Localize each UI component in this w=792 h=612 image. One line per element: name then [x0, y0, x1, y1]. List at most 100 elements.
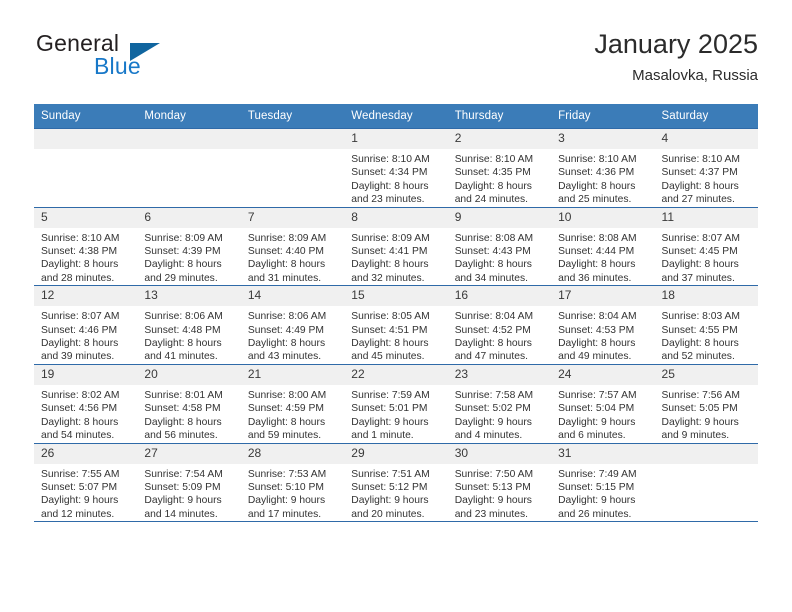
calendar-week-row: 1 Sunrise: 8:10 AM Sunset: 4:34 PM Daylight… [34, 128, 758, 208]
day-details: Sunrise: 7:58 AM Sunset: 5:02 PM Daylight:… [448, 385, 551, 443]
day-number: 29 [344, 443, 448, 464]
day-details: Sunrise: 7:49 AM Sunset: 5:15 PM Daylight:… [551, 464, 654, 522]
sunrise-text: Sunrise: 7:56 AM [661, 389, 740, 401]
daylight-text-line1: Daylight: 8 hours [247, 259, 326, 271]
day-number [34, 129, 138, 149]
day-details: Sunrise: 7:55 AM Sunset: 5:07 PM Daylight:… [34, 464, 137, 522]
calendar-day-cell[interactable]: 24 Sunrise: 7:57 AM Sunset: 5:04 PM Dayligh… [551, 363, 655, 443]
calendar-day-cell[interactable]: 2 Sunrise: 8:10 AM Sunset: 4:35 PM Daylight… [447, 128, 552, 208]
daylight-text-line2: and 45 minutes. [351, 351, 425, 363]
day-number: 10 [551, 207, 655, 228]
sunset-text: Sunset: 5:13 PM [454, 481, 531, 493]
calendar-day-cell[interactable]: 8 Sunrise: 8:09 AM Sunset: 4:41 PM Daylight… [344, 206, 448, 286]
calendar-day-cell[interactable]: 15 Sunrise: 8:05 AM Sunset: 4:51 PM Dayligh… [344, 285, 448, 365]
day-details: Sunrise: 7:51 AM Sunset: 5:12 PM Daylight:… [344, 464, 447, 522]
day-number: 31 [551, 443, 655, 464]
calendar-day-cell[interactable]: 31 Sunrise: 7:49 AM Sunset: 5:15 PM Dayligh… [551, 442, 655, 523]
sunrise-text: Sunrise: 8:04 AM [454, 311, 534, 323]
calendar-day-cell[interactable]: 9 Sunrise: 8:08 AM Sunset: 4:43 PM Daylight… [447, 206, 552, 286]
day-number: 25 [654, 364, 758, 385]
daylight-text-line1: Daylight: 9 hours [351, 495, 429, 507]
calendar-week-row: 26 Sunrise: 7:55 AM Sunset: 5:07 PM Dayligh… [34, 442, 758, 523]
calendar-day-cell[interactable]: 22 Sunrise: 7:59 AM Sunset: 5:01 PM Dayligh… [344, 363, 448, 443]
day-number [240, 129, 345, 149]
calendar-day-cell[interactable]: 26 Sunrise: 7:55 AM Sunset: 5:07 PM Dayligh… [34, 442, 138, 523]
day-details: Sunrise: 8:10 AM Sunset: 4:37 PM Daylight:… [655, 149, 758, 207]
calendar-day-cell[interactable]: 16 Sunrise: 8:04 AM Sunset: 4:52 PM Dayligh… [447, 285, 552, 365]
day-details: Sunrise: 8:09 AM Sunset: 4:39 PM Daylight:… [137, 228, 240, 286]
sunset-text: Sunset: 4:39 PM [144, 246, 221, 258]
day-details: Sunrise: 7:56 AM Sunset: 5:05 PM Daylight:… [655, 385, 758, 443]
day-details: Sunrise: 8:07 AM Sunset: 4:46 PM Daylight:… [34, 306, 137, 364]
daylight-text-line1: Daylight: 8 hours [454, 259, 532, 271]
day-details [34, 149, 137, 153]
calendar-day-cell[interactable]: 19 Sunrise: 8:02 AM Sunset: 4:56 PM Dayligh… [34, 363, 138, 443]
calendar-day-cell[interactable]: 14 Sunrise: 8:06 AM Sunset: 4:49 PM Dayligh… [240, 285, 345, 365]
calendar-day-cell[interactable]: 25 Sunrise: 7:56 AM Sunset: 5:05 PM Dayligh… [654, 363, 758, 443]
calendar-day-cell[interactable]: 17 Sunrise: 8:04 AM Sunset: 4:53 PM Dayligh… [551, 285, 655, 365]
daylight-text-line2: and 39 minutes. [41, 351, 115, 363]
sunrise-text: Sunrise: 8:10 AM [558, 154, 637, 165]
calendar-day-cell[interactable]: 18 Sunrise: 8:03 AM Sunset: 4:55 PM Dayligh… [654, 285, 758, 365]
day-details: Sunrise: 8:07 AM Sunset: 4:45 PM Daylight:… [655, 228, 758, 286]
sunrise-text: Sunrise: 8:09 AM [351, 232, 430, 244]
day-details: Sunrise: 8:09 AM Sunset: 4:41 PM Daylight:… [344, 228, 447, 286]
calendar-day-cell[interactable]: 13 Sunrise: 8:06 AM Sunset: 4:48 PM Dayligh… [137, 285, 241, 365]
day-details: Sunrise: 8:06 AM Sunset: 4:49 PM Daylight:… [241, 306, 344, 364]
day-details: Sunrise: 8:08 AM Sunset: 4:43 PM Daylight:… [448, 228, 551, 286]
sunrise-text: Sunrise: 8:02 AM [41, 389, 120, 401]
calendar-day-cell[interactable]: 4 Sunrise: 8:10 AM Sunset: 4:37 PM Daylight… [654, 128, 758, 208]
day-details: Sunrise: 7:53 AM Sunset: 5:10 PM Daylight:… [241, 464, 344, 522]
sunset-text: Sunset: 5:09 PM [144, 481, 221, 493]
calendar-day-cell[interactable]: 30 Sunrise: 7:50 AM Sunset: 5:13 PM Dayligh… [447, 442, 552, 523]
daylight-text-line1: Daylight: 8 hours [247, 338, 326, 350]
calendar-day-cell[interactable]: 27 Sunrise: 7:54 AM Sunset: 5:09 PM Dayligh… [137, 442, 241, 523]
calendar-day-cell[interactable]: 28 Sunrise: 7:53 AM Sunset: 5:10 PM Dayligh… [240, 442, 345, 523]
day-details: Sunrise: 8:08 AM Sunset: 4:44 PM Daylight:… [551, 228, 654, 286]
calendar-day-cell[interactable]: 23 Sunrise: 7:58 AM Sunset: 5:02 PM Dayligh… [447, 363, 552, 443]
daylight-text-line1: Daylight: 9 hours [558, 416, 636, 428]
calendar-day-cell[interactable]: 10 Sunrise: 8:08 AM Sunset: 4:44 PM Dayligh… [551, 206, 655, 286]
day-number [137, 129, 241, 149]
calendar-day-cell[interactable]: 11 Sunrise: 8:07 AM Sunset: 4:45 PM Dayligh… [654, 206, 758, 286]
general-blue-logo[interactable]: General Blue [34, 30, 234, 86]
sunrise-text: Sunrise: 8:09 AM [144, 232, 223, 244]
daylight-text-line1: Daylight: 8 hours [247, 416, 326, 428]
sunset-text: Sunset: 4:55 PM [661, 324, 738, 336]
day-details: Sunrise: 8:00 AM Sunset: 4:59 PM Daylight:… [241, 385, 344, 443]
title-block: January 2025 Masalovka, Russia [594, 28, 758, 86]
sunset-text: Sunset: 4:51 PM [351, 324, 428, 336]
calendar-day-cell[interactable]: 1 Sunrise: 8:10 AM Sunset: 4:34 PM Daylight… [344, 128, 448, 208]
daylight-text-line1: Daylight: 9 hours [558, 495, 636, 507]
daylight-text-line1: Daylight: 8 hours [351, 338, 429, 350]
daylight-text-line1: Daylight: 8 hours [661, 259, 739, 271]
day-number: 8 [344, 207, 448, 228]
calendar-day-cell[interactable]: 5 Sunrise: 8:10 AM Sunset: 4:38 PM Daylight… [34, 206, 138, 286]
calendar-day-cell[interactable]: 29 Sunrise: 7:51 AM Sunset: 5:12 PM Dayligh… [344, 442, 448, 523]
daylight-text-line2: and 54 minutes. [41, 430, 115, 442]
calendar-day-cell[interactable]: 3 Sunrise: 8:10 AM Sunset: 4:36 PM Daylight… [551, 128, 655, 208]
daylight-text-line1: Daylight: 8 hours [144, 338, 222, 350]
day-number: 24 [551, 364, 655, 385]
daylight-text-line1: Daylight: 9 hours [661, 416, 739, 428]
sunrise-text: Sunrise: 7:50 AM [454, 468, 534, 480]
calendar-day-cell[interactable]: 20 Sunrise: 8:01 AM Sunset: 4:58 PM Dayligh… [137, 363, 241, 443]
sunrise-text: Sunrise: 7:57 AM [558, 389, 637, 401]
day-details: Sunrise: 8:10 AM Sunset: 4:34 PM Daylight:… [344, 149, 447, 207]
calendar-day-cell[interactable]: 21 Sunrise: 8:00 AM Sunset: 4:59 PM Dayligh… [240, 363, 345, 443]
calendar-day-cell[interactable]: 6 Sunrise: 8:09 AM Sunset: 4:39 PM Daylight… [137, 206, 241, 286]
daylight-text-line2: and 4 minutes. [454, 430, 523, 442]
sunset-text: Sunset: 4:38 PM [41, 246, 118, 258]
sunrise-text: Sunrise: 8:09 AM [247, 232, 327, 244]
daylight-text-line2: and 1 minute. [351, 430, 414, 442]
sunrise-text: Sunrise: 7:58 AM [454, 389, 534, 401]
daylight-text-line2: and 52 minutes. [661, 351, 735, 363]
day-number: 4 [654, 129, 758, 149]
calendar-day-cell[interactable]: 7 Sunrise: 8:09 AM Sunset: 4:40 PM Daylight… [240, 206, 345, 286]
daylight-text-line2: and 43 minutes. [247, 351, 322, 363]
daylight-text-line2: and 37 minutes. [661, 272, 735, 284]
calendar-day-cell[interactable]: 12 Sunrise: 8:07 AM Sunset: 4:46 PM Dayligh… [34, 285, 138, 365]
sunset-text: Sunset: 4:37 PM [661, 167, 738, 179]
day-details: Sunrise: 7:59 AM Sunset: 5:01 PM Daylight:… [344, 385, 447, 443]
day-number: 15 [344, 286, 448, 307]
